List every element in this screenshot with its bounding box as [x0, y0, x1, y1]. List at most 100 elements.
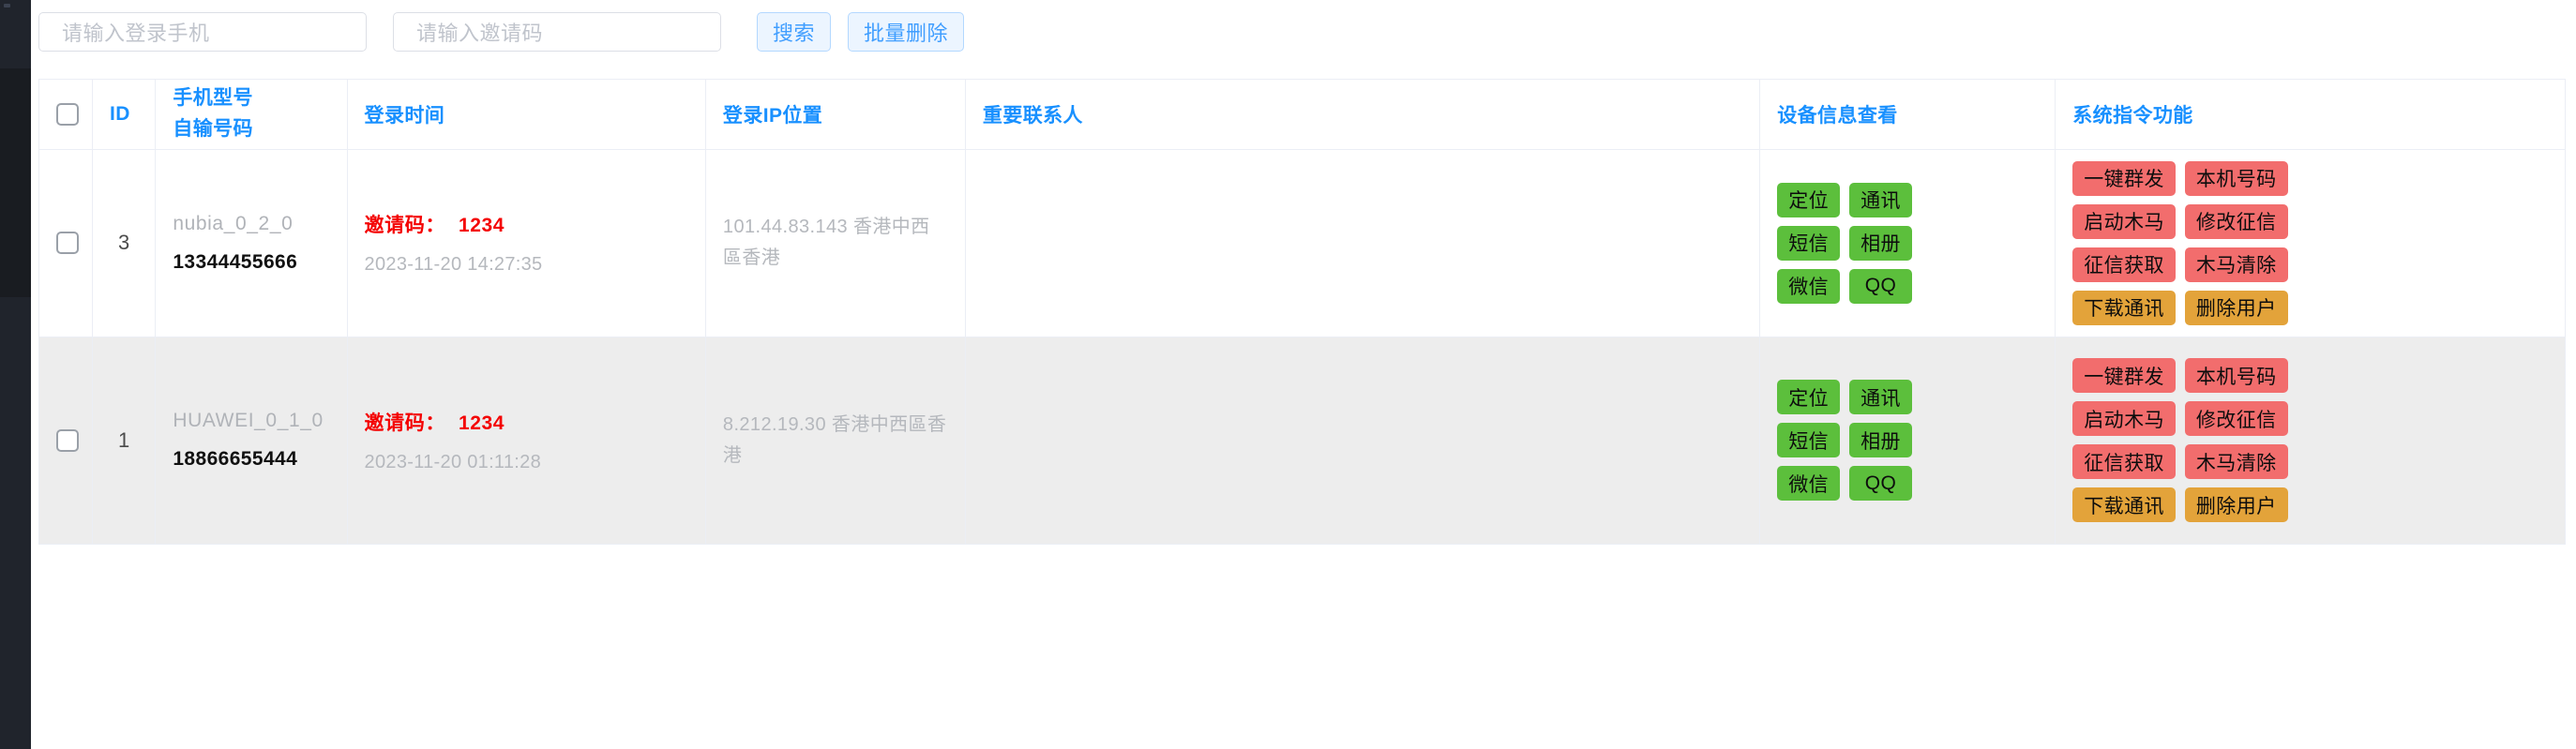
- system-button-delete-user[interactable]: 删除用户: [2184, 487, 2288, 522]
- sidebar-active-section: [0, 68, 31, 297]
- row-login-time-value: 2023-11-20 01:11:28: [364, 451, 541, 472]
- header-device-info: 设备信息查看: [1759, 80, 2056, 150]
- row-invite-code: 邀请码： 1234: [365, 210, 688, 238]
- header-important-contact-label: 重要联系人: [982, 104, 1083, 127]
- row-login-ip-cell: 8.212.19.30 香港中西區香港: [705, 337, 966, 545]
- row-invite-value: 1234: [458, 215, 505, 236]
- row-select-cell[interactable]: [39, 337, 93, 545]
- device-button-wechat[interactable]: 微信: [1777, 466, 1841, 501]
- device-button-location[interactable]: 定位: [1777, 380, 1841, 414]
- app-root: 请输入登录手机 请输入邀请码 搜索 批量删除 ID 手机型号 自输号码 登录时间…: [0, 0, 2576, 749]
- header-device-info-label: 设备信息查看: [1777, 104, 1898, 127]
- row-invite-value: 1234: [458, 412, 505, 434]
- row-checkbox[interactable]: [56, 232, 79, 254]
- header-login-ip-label: 登录IP位置: [722, 104, 823, 127]
- row-system-commands-cell: 一键群发 本机号码 启动木马 修改征信 征信获取 木马清除 下载通讯 删除用户: [2055, 149, 2565, 337]
- device-button-qq[interactable]: QQ: [1849, 466, 1912, 501]
- device-button-grid: 定位 通讯 短信 相册 微信 QQ: [1777, 182, 2038, 304]
- header-system-commands: 系统指令功能: [2055, 80, 2565, 150]
- search-button[interactable]: 搜索: [757, 12, 832, 52]
- header-id: ID: [92, 80, 157, 150]
- system-button-clear-trojan[interactable]: 木马清除: [2184, 444, 2288, 479]
- device-button-grid: 定位 通讯 短信 相册 微信 QQ: [1777, 380, 2038, 501]
- row-id-cell: 3: [92, 149, 157, 337]
- header-system-commands-label: 系统指令功能: [2072, 104, 2193, 127]
- header-model-label: 手机型号: [173, 87, 253, 110]
- device-button-location[interactable]: 定位: [1777, 182, 1841, 217]
- header-important-contact: 重要联系人: [965, 80, 1761, 150]
- system-button-mass-send[interactable]: 一键群发: [2072, 160, 2176, 196]
- row-invite-label: 邀请码：: [364, 412, 445, 434]
- system-button-fetch-credit[interactable]: 征信获取: [2072, 444, 2176, 479]
- system-button-start-trojan[interactable]: 启动木马: [2072, 203, 2176, 239]
- row-model-cell: HUAWEI_0_1_0 18866655444: [155, 337, 348, 545]
- system-button-delete-user[interactable]: 删除用户: [2184, 290, 2288, 325]
- row-login-time-cell: 邀请码： 1234 2023-11-20 01:11:28: [347, 337, 706, 545]
- main-content: 请输入登录手机 请输入邀请码 搜索 批量删除 ID 手机型号 自输号码 登录时间…: [31, 0, 2576, 749]
- device-button-contacts[interactable]: 通讯: [1849, 380, 1912, 414]
- system-button-fetch-credit[interactable]: 征信获取: [2072, 247, 2176, 282]
- row-select-cell[interactable]: [39, 149, 93, 337]
- header-login-ip: 登录IP位置: [705, 80, 966, 150]
- device-button-sms[interactable]: 短信: [1777, 423, 1841, 457]
- search-toolbar: 请输入登录手机 请输入邀请码 搜索 批量删除: [31, 0, 2576, 58]
- row-checkbox[interactable]: [56, 428, 79, 452]
- row-id-value: 3: [118, 231, 130, 254]
- device-button-sms[interactable]: 短信: [1777, 225, 1841, 261]
- user-table-container: ID 手机型号 自输号码 登录时间 登录IP位置 重要联系人 设备信息查看 系统…: [38, 79, 2566, 545]
- system-button-modify-credit[interactable]: 修改征信: [2184, 203, 2288, 239]
- batch-delete-button[interactable]: 批量删除: [848, 12, 965, 52]
- invite-code-search-placeholder: 请输入邀请码: [416, 22, 544, 45]
- device-button-contacts[interactable]: 通讯: [1849, 182, 1912, 217]
- row-id-cell: 1: [92, 337, 157, 545]
- system-button-clear-trojan[interactable]: 木马清除: [2184, 247, 2288, 282]
- row-invite-code: 邀请码： 1234: [365, 408, 688, 436]
- row-important-contact-cell: [965, 337, 1761, 545]
- header-model: 手机型号 自输号码: [155, 80, 348, 150]
- row-device-info-cell: 定位 通讯 短信 相册 微信 QQ: [1759, 337, 2056, 545]
- device-button-qq[interactable]: QQ: [1849, 268, 1912, 304]
- row-number-value: 13344455666: [173, 250, 298, 273]
- row-login-time-cell: 邀请码： 1234 2023-11-20 14:27:35: [347, 149, 706, 337]
- row-system-commands-cell: 一键群发 本机号码 启动木马 修改征信 征信获取 木马清除 下载通讯 删除用户: [2055, 337, 2565, 545]
- row-model-cell: nubia_0_2_0 13344455666: [155, 149, 348, 337]
- table-row: 1 HUAWEI_0_1_0 18866655444 邀请码： 1234 2023…: [39, 337, 2565, 545]
- row-login-ip-cell: 101.44.83.143 香港中西區香港: [705, 149, 966, 337]
- system-button-grid: 一键群发 本机号码 启动木马 修改征信 征信获取 木马清除 下载通讯 删除用户: [2072, 160, 2548, 325]
- header-login-time: 登录时间: [347, 80, 706, 150]
- system-button-device-number[interactable]: 本机号码: [2184, 358, 2288, 393]
- phone-search-placeholder: 请输入登录手机: [62, 22, 210, 45]
- table-row: 3 nubia_0_2_0 13344455666 邀请码： 1234 2023-…: [39, 149, 2565, 337]
- sidebar-logo-mark: [4, 4, 10, 7]
- phone-search-input[interactable]: 请输入登录手机: [38, 12, 367, 52]
- system-button-modify-credit[interactable]: 修改征信: [2184, 401, 2288, 436]
- row-important-contact-cell: [965, 149, 1761, 337]
- system-button-mass-send[interactable]: 一键群发: [2072, 358, 2176, 393]
- device-button-album[interactable]: 相册: [1849, 225, 1912, 261]
- sidebar-rail: [0, 0, 31, 749]
- select-all-checkbox[interactable]: [56, 102, 79, 126]
- system-button-grid: 一键群发 本机号码 启动木马 修改征信 征信获取 木马清除 下载通讯 删除用户: [2072, 358, 2548, 522]
- system-button-download-contacts[interactable]: 下载通讯: [2072, 487, 2176, 522]
- row-login-time-value: 2023-11-20 14:27:35: [364, 254, 543, 275]
- row-id-value: 1: [118, 427, 130, 452]
- row-model-value: nubia_0_2_0: [173, 212, 294, 234]
- table-body: 3 nubia_0_2_0 13344455666 邀请码： 1234 2023-…: [39, 149, 2565, 545]
- table-header-row: ID 手机型号 自输号码 登录时间 登录IP位置 重要联系人 设备信息查看 系统…: [39, 80, 2565, 150]
- header-selfnumber-label: 自输号码: [173, 117, 253, 140]
- row-model-value: HUAWEI_0_1_0: [173, 410, 324, 431]
- system-button-download-contacts[interactable]: 下载通讯: [2072, 290, 2176, 325]
- invite-code-search-input[interactable]: 请输入邀请码: [393, 12, 721, 52]
- row-invite-label: 邀请码：: [364, 215, 445, 236]
- device-button-album[interactable]: 相册: [1849, 423, 1912, 457]
- row-login-ip-value: 101.44.83.143 香港中西區香港: [722, 217, 930, 268]
- table-header: ID 手机型号 自输号码 登录时间 登录IP位置 重要联系人 设备信息查看 系统…: [39, 80, 2565, 150]
- system-button-device-number[interactable]: 本机号码: [2184, 160, 2288, 196]
- row-number-value: 18866655444: [173, 448, 298, 470]
- system-button-start-trojan[interactable]: 启动木马: [2072, 401, 2176, 436]
- row-login-ip-value: 8.212.19.30 香港中西區香港: [722, 413, 947, 466]
- header-login-time-label: 登录时间: [364, 104, 445, 127]
- device-button-wechat[interactable]: 微信: [1777, 268, 1841, 304]
- header-select-all[interactable]: [39, 80, 93, 150]
- header-id-label: ID: [109, 102, 130, 125]
